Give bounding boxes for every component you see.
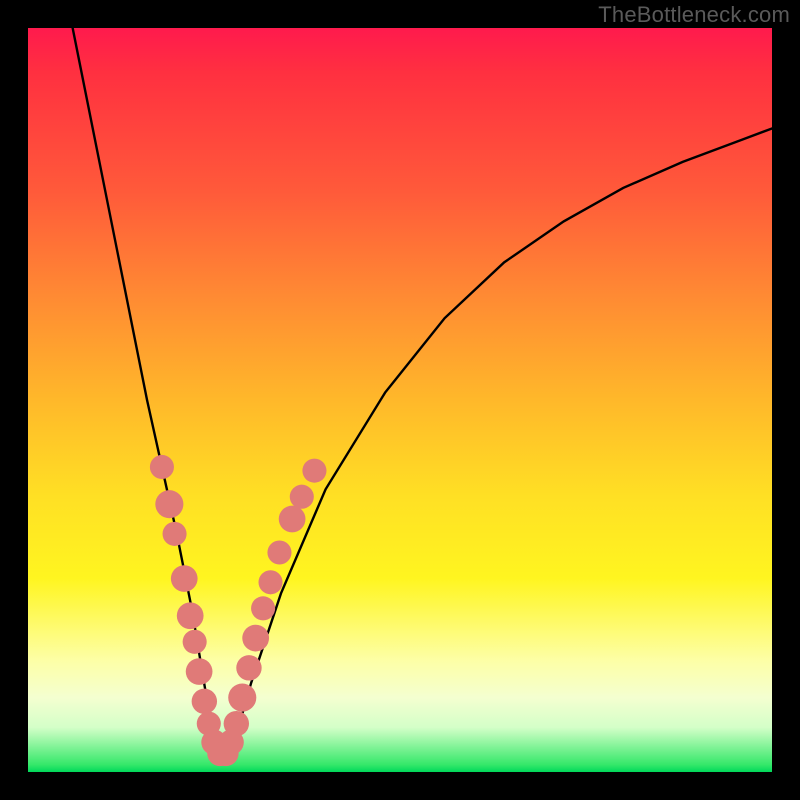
bottleneck-curve-line	[73, 28, 772, 757]
chart-plot-area	[28, 28, 772, 772]
data-point-marker	[224, 711, 249, 736]
data-point-marker	[150, 455, 174, 479]
data-point-marker	[267, 540, 291, 564]
data-point-marker	[177, 602, 204, 629]
data-point-marker	[290, 485, 314, 509]
data-point-marker	[251, 596, 275, 620]
data-point-marker	[171, 565, 198, 592]
watermark-text: TheBottleneck.com	[598, 2, 790, 28]
data-point-marker	[279, 506, 306, 533]
chart-svg	[28, 28, 772, 772]
data-point-marker	[259, 570, 283, 594]
data-point-marker	[155, 490, 183, 518]
data-point-marker	[163, 522, 187, 546]
data-point-marker	[242, 625, 269, 652]
data-point-marker	[228, 684, 256, 712]
highlighted-points-group	[150, 455, 327, 766]
data-point-marker	[192, 689, 217, 714]
data-point-marker	[302, 459, 326, 483]
data-point-marker	[236, 655, 261, 680]
data-point-marker	[183, 630, 207, 654]
data-point-marker	[186, 658, 213, 685]
